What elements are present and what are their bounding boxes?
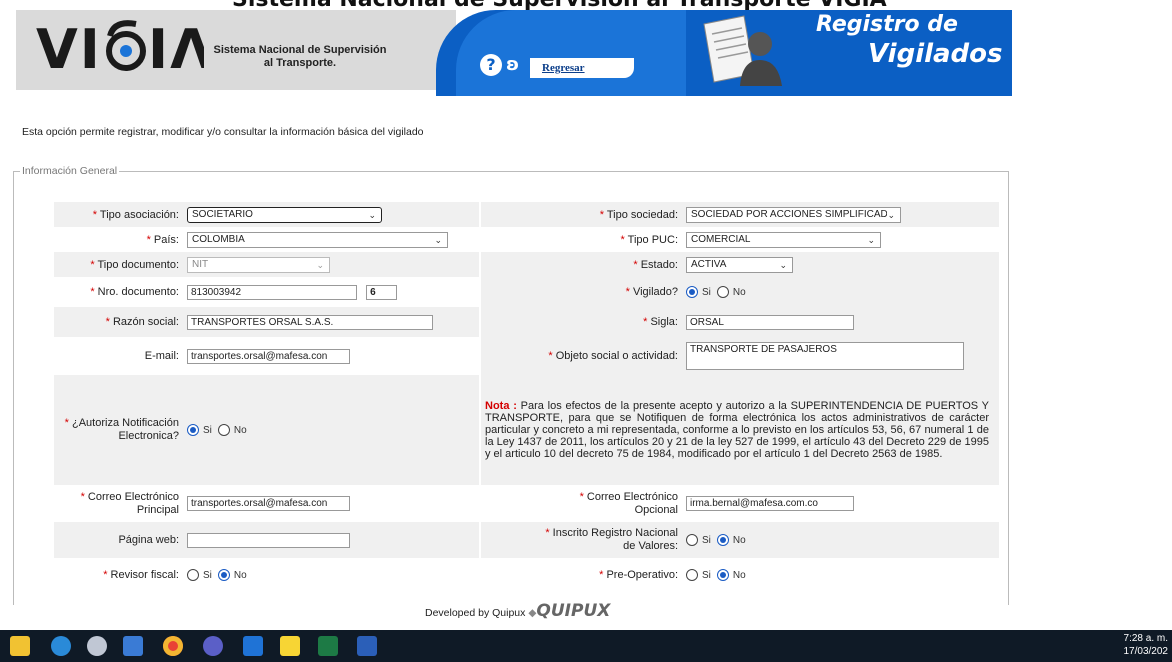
- edge-icon[interactable]: [51, 636, 71, 656]
- chevron-down-icon: ⌄: [434, 234, 442, 245]
- taskbar: [0, 630, 1172, 662]
- pais-label: * País:: [54, 227, 187, 252]
- inscrito-label: * Inscrito Registro Nacional de Valores:: [481, 522, 686, 558]
- file-explorer-icon[interactable]: [10, 636, 30, 656]
- tipo-documento-select[interactable]: NIT ⌄: [187, 256, 330, 273]
- banner-blue-curve: [456, 10, 686, 96]
- objeto-social-textarea[interactable]: TRANSPORTE DE PASAJEROS: [686, 342, 964, 370]
- inscrito-si-radio[interactable]: [686, 534, 698, 547]
- email-input[interactable]: transportes.orsal@mafesa.con: [187, 348, 350, 364]
- clock-time: 7:28 a. m.: [1123, 633, 1168, 644]
- digito-verificacion-input[interactable]: 6: [366, 284, 398, 300]
- correo-opcional-input[interactable]: irma.bernal@mafesa.com.co: [686, 496, 854, 511]
- store-icon[interactable]: [123, 636, 143, 656]
- chevron-down-icon: ⌄: [867, 234, 875, 245]
- pagina-web-input[interactable]: [187, 532, 350, 548]
- chevron-down-icon: ⌄: [368, 209, 376, 220]
- estado-label: * Estado:: [481, 252, 686, 277]
- vigilado-si-radio[interactable]: [686, 286, 698, 299]
- chevron-down-icon: ⌄: [887, 207, 895, 222]
- revisor-si-radio[interactable]: [187, 569, 199, 582]
- svg-text:IΛ: IΛ: [148, 18, 204, 78]
- row-tipo-asociacion: * Tipo asociación: SOCIETARIO ⌄ * Tipo so…: [54, 202, 999, 227]
- inscrito-no-radio[interactable]: [716, 534, 729, 547]
- autoriza-no-radio[interactable]: [217, 424, 230, 437]
- tipo-puc-label: * Tipo PUC:: [481, 227, 686, 252]
- pagina-web-label: Página web:: [54, 522, 187, 558]
- correo-principal-label: * Correo Electrónico Principal: [54, 485, 187, 522]
- preoperativo-si-radio[interactable]: [686, 569, 698, 582]
- sigla-label: * Sigla:: [481, 307, 686, 337]
- informacion-general-fieldset: Información General * Tipo asociación: S…: [13, 165, 1009, 605]
- chrome-icon[interactable]: [163, 636, 183, 656]
- document-user-icon: [703, 15, 782, 86]
- row-pais: * País: COLOMBIA ⌄ * Tipo PUC: COMERCIAL ⌄: [54, 227, 999, 252]
- nota-text: Nota : Para los efectos de la presente a…: [481, 375, 999, 485]
- logo-subtitle: Sistema Nacional de Supervisión al Trans…: [213, 44, 387, 69]
- tipo-asociacion-label: * Tipo asociación:: [54, 202, 187, 227]
- row-autoriza: * ¿Autoriza Notificación Electronica? Si N…: [54, 375, 999, 485]
- window-title: Sistema Nacional de Supervisión al Trans…: [232, 0, 887, 10]
- teams-icon[interactable]: [203, 636, 223, 656]
- question-circle-icon[interactable]: ?: [480, 54, 502, 76]
- section-legend: Información General: [22, 165, 118, 177]
- row-pagina-web: Página web: * Inscrito Registro Nacional…: [54, 522, 999, 558]
- system-clock[interactable]: 7:28 a. m. 17/03/202: [1124, 632, 1169, 658]
- email-label: E-mail:: [54, 337, 187, 375]
- correo-principal-input[interactable]: transportes.orsal@mafesa.con: [187, 496, 350, 511]
- clock-date: 17/03/202: [1123, 646, 1169, 657]
- row-nro-documento: * Nro. documento: 813003942 6 * Vigilado…: [54, 277, 999, 307]
- tipo-asociacion-select[interactable]: SOCIETARIO ⌄: [187, 206, 382, 223]
- tipo-documento-label: * Tipo documento:: [54, 252, 187, 277]
- chevron-down-icon: ⌄: [779, 259, 787, 270]
- vigia-swirl-icon[interactable]: ʚ: [506, 55, 524, 75]
- vigilado-no-radio[interactable]: [716, 286, 729, 299]
- regresar-link[interactable]: Regresar: [530, 58, 634, 78]
- autoriza-si-radio[interactable]: [187, 424, 199, 437]
- sticky-notes-icon[interactable]: [280, 636, 300, 656]
- chevron-down-icon: ⌄: [316, 259, 324, 270]
- quipux-logo: QUIPUX: [536, 601, 611, 621]
- preoperativo-label: * Pre-Operativo:: [481, 558, 686, 592]
- form-table: * Tipo asociación: SOCIETARIO ⌄ * Tipo so…: [54, 202, 999, 592]
- objeto-social-label: * Objeto social o actividad:: [481, 337, 686, 375]
- correo-opcional-label: * Correo Electrónico Opcional: [481, 485, 686, 522]
- vigia-logo-mark: VI IΛ: [36, 18, 212, 81]
- nro-documento-input[interactable]: 813003942: [187, 284, 357, 300]
- footer: Developed by Quipux ◆QUIPUX: [425, 601, 610, 621]
- registro-title: Registro de: [816, 12, 958, 37]
- razon-social-label: * Razón social:: [54, 307, 187, 337]
- revisor-label: * Revisor fiscal:: [54, 558, 187, 592]
- autoriza-label: * ¿Autoriza Notificación Electronica?: [54, 375, 187, 485]
- razon-social-input[interactable]: TRANSPORTES ORSAL S.A.S.: [187, 314, 433, 330]
- row-correo: * Correo Electrónico Principal transporte…: [54, 485, 999, 522]
- outlook-icon[interactable]: [243, 636, 263, 656]
- vigilado-label: * Vigilado?: [481, 277, 686, 307]
- word-icon[interactable]: [357, 636, 377, 656]
- excel-icon[interactable]: [318, 636, 338, 656]
- intro-text: Esta opción permite registrar, modificar…: [22, 126, 424, 138]
- pais-select[interactable]: COLOMBIA ⌄: [187, 231, 448, 248]
- revisor-no-radio[interactable]: [217, 569, 230, 582]
- tipo-sociedad-label: * Tipo sociedad:: [481, 202, 686, 227]
- preoperativo-no-radio[interactable]: [716, 569, 729, 582]
- vigia-logo: VI IΛ: [36, 18, 212, 81]
- sigla-input[interactable]: ORSAL: [686, 314, 854, 330]
- row-razon-social: * Razón social: TRANSPORTES ORSAL S.A.S.…: [54, 307, 999, 337]
- tipo-puc-select[interactable]: COMERCIAL ⌄: [686, 231, 881, 248]
- svg-text:VI: VI: [36, 18, 102, 78]
- row-revisor: * Revisor fiscal: Si No * Pre-Operativo: …: [54, 558, 999, 592]
- nro-documento-label: * Nro. documento:: [54, 277, 187, 307]
- paint-icon[interactable]: [87, 636, 107, 656]
- vigilados-title: Vigilados: [868, 39, 1003, 69]
- estado-select[interactable]: ACTIVA ⌄: [686, 256, 793, 273]
- header-banner: VI IΛ Sistema Nacional de Supervisión al…: [16, 10, 1012, 96]
- tipo-sociedad-select[interactable]: SOCIEDAD POR ACCIONES SIMPLIFICAD ⌄: [686, 206, 901, 223]
- footer-text: Developed by Quipux: [425, 607, 526, 619]
- window-title-strip: Sistema Nacional de Supervisión al Trans…: [0, 0, 1172, 10]
- row-tipo-documento: * Tipo documento: NIT ⌄ * Estado: ACTIVA ⌄: [54, 252, 999, 277]
- row-email: E-mail: transportes.orsal@mafesa.con * O…: [54, 337, 999, 375]
